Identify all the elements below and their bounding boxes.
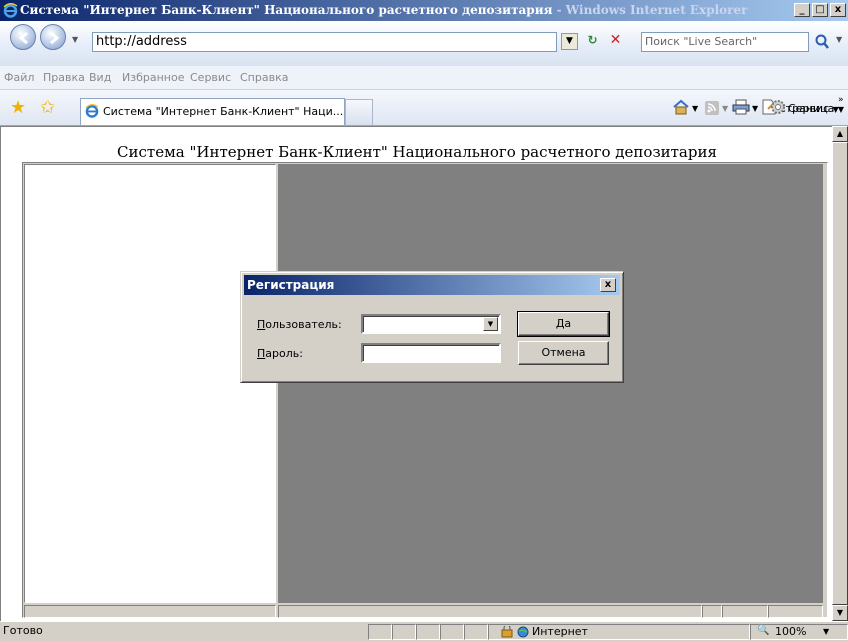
user-label-text: ользователь: — [265, 318, 342, 331]
status-pane-4 — [440, 624, 464, 640]
tab-ie-icon — [85, 104, 99, 118]
title-bar: Система "Интернет Банк-Клиент" Националь… — [0, 0, 848, 21]
home-dropdown-icon[interactable]: ▼ — [692, 99, 698, 119]
zone-label: Интернет — [532, 625, 588, 638]
feeds-icon[interactable] — [704, 99, 720, 119]
window-title: Система "Интернет Банк-Клиент" Националь… — [20, 0, 747, 21]
minimize-button[interactable]: _ — [794, 3, 810, 17]
combo-dropdown-icon[interactable]: ▼ — [483, 317, 498, 331]
protected-mode-icon — [501, 626, 513, 638]
forward-arrow-icon — [50, 31, 60, 45]
dialog-close-button[interactable]: x — [600, 278, 616, 292]
address-input[interactable]: http://address — [92, 32, 557, 52]
favorites-center-icon[interactable]: ★ — [10, 99, 26, 117]
frame-status-pane-2 — [722, 605, 768, 618]
refresh-icon[interactable]: ↻ — [584, 33, 601, 50]
menu-tools[interactable]: Сервис — [190, 71, 231, 84]
password-label-text: ароль: — [265, 347, 303, 360]
zoom-level: 100% — [775, 625, 807, 638]
maximize-button[interactable]: □ — [812, 3, 828, 17]
home-icon[interactable] — [672, 99, 690, 119]
cancel-button[interactable]: Отмена — [518, 341, 609, 365]
search-icon[interactable] — [813, 33, 833, 51]
forward-button[interactable] — [40, 24, 66, 50]
print-icon[interactable] — [732, 99, 750, 119]
window-title-main: Система "Интернет Банк-Клиент" Националь… — [20, 3, 553, 17]
menu-help[interactable]: Справка — [240, 71, 288, 84]
status-pane-5 — [464, 624, 488, 640]
status-pane-2 — [392, 624, 416, 640]
menu-bar: Файл Правка Вид Избранное Сервис Справка — [0, 66, 848, 90]
address-dropdown-button[interactable]: ▼ — [561, 33, 578, 50]
frame-status-pane-1 — [702, 605, 722, 618]
status-pane-3 — [416, 624, 440, 640]
status-pane-1 — [368, 624, 392, 640]
add-favorite-icon[interactable]: ✩ — [40, 99, 55, 117]
address-row: ▼ http://address ▼ ↻ ✕ Поиск "Live Searc… — [0, 21, 848, 66]
frameset — [22, 162, 828, 618]
user-label: Пользователь: — [257, 318, 342, 331]
left-frame-status — [24, 605, 276, 618]
left-frame — [24, 164, 276, 603]
history-dropdown-icon[interactable]: ▼ — [72, 35, 78, 44]
password-field[interactable] — [361, 343, 501, 363]
zoom-pane[interactable]: 🔍 100% ▼ — [750, 624, 848, 640]
search-options-icon[interactable]: ▼ — [836, 35, 842, 44]
zoom-dropdown-icon: ▼ — [823, 627, 830, 636]
ok-button[interactable]: Да — [517, 311, 610, 337]
browser-window: Система "Интернет Банк-Клиент" Националь… — [0, 0, 848, 641]
login-dialog: Регистрация x Пользователь: ▼ Пароль: Да… — [240, 271, 624, 383]
close-window-button[interactable]: x — [830, 3, 846, 17]
status-bar: Готово Интернет 🔍 100% ▼ — [0, 621, 848, 641]
search-input[interactable]: Поиск "Live Search" — [641, 32, 809, 52]
page-heading: Система "Интернет Банк-Клиент" Националь… — [117, 143, 717, 161]
tab-row: ★ ✩ Система "Интернет Банк-Клиент" Наци.… — [0, 90, 848, 126]
window-title-suffix: - Windows Internet Explorer — [552, 3, 748, 17]
new-tab-button[interactable] — [345, 99, 373, 125]
menu-view[interactable]: Вид — [89, 71, 111, 84]
security-zone-pane[interactable]: Интернет — [488, 624, 750, 640]
tools-menu-button[interactable]: Сервис ▼ — [788, 99, 839, 119]
back-button[interactable] — [10, 24, 36, 50]
password-label: Пароль: — [257, 347, 303, 360]
right-frame — [278, 164, 823, 603]
internet-globe-icon — [517, 626, 529, 638]
tools-gear-icon[interactable] — [770, 99, 786, 119]
menu-file[interactable]: Файл — [4, 71, 34, 84]
scroll-up-icon[interactable]: ▲ — [832, 126, 848, 142]
feeds-dropdown-icon[interactable]: ▼ — [722, 99, 728, 119]
tools-menu-label: Сервис — [788, 102, 830, 115]
tab-current[interactable]: Система "Интернет Банк-Клиент" Наци... — [80, 98, 345, 125]
tools-dropdown-icon: ▼ — [832, 105, 839, 114]
zoom-icon: 🔍 — [757, 625, 770, 636]
right-frame-status — [278, 605, 702, 618]
back-arrow-icon — [18, 31, 28, 45]
frame-status-pane-3 — [768, 605, 823, 618]
ie-logo-icon — [3, 3, 18, 18]
user-combobox[interactable]: ▼ — [361, 314, 501, 334]
dialog-title: Регистрация — [244, 275, 620, 295]
stop-icon[interactable]: ✕ — [607, 33, 624, 50]
menu-edit[interactable]: Правка — [43, 71, 85, 84]
scroll-down-icon[interactable]: ▼ — [832, 605, 848, 621]
tab-label: Система "Интернет Банк-Клиент" Наци... — [103, 105, 344, 118]
vertical-scrollbar[interactable]: ▲ ▼ — [832, 126, 848, 621]
menu-favorites[interactable]: Избранное — [122, 71, 184, 84]
status-text: Готово — [3, 624, 43, 637]
scroll-thumb[interactable] — [832, 142, 848, 605]
print-dropdown-icon[interactable]: ▼ — [752, 99, 758, 119]
